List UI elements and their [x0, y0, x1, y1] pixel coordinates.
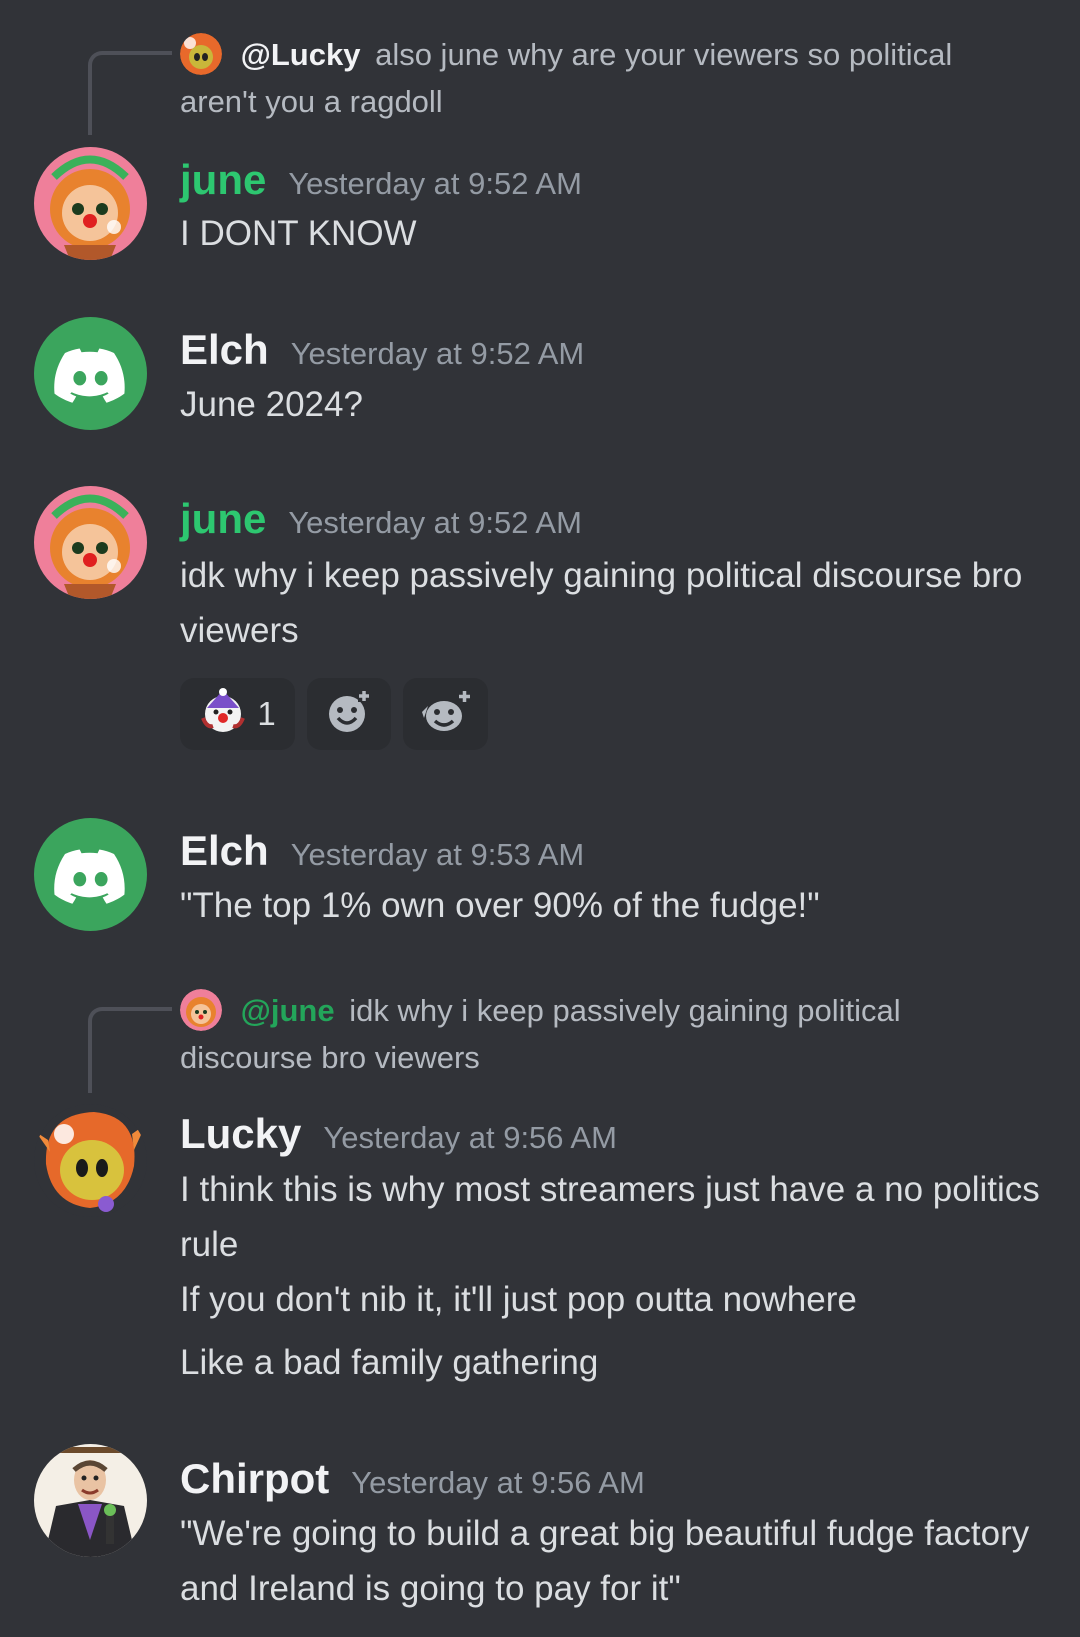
message-header: june Yesterday at 9:52 AM	[180, 152, 582, 212]
chat-message-list: @Lucky also june why are your viewers so…	[0, 0, 1080, 1637]
elch-avatar[interactable]	[34, 317, 147, 430]
timestamp[interactable]: Yesterday at 9:53 AM	[291, 837, 585, 872]
discord-logo-icon	[54, 849, 125, 904]
lucky-avatar[interactable]	[34, 1104, 147, 1217]
message-text: "We're going to build a great big beauti…	[180, 1514, 1030, 1608]
add-super-reaction-icon	[418, 688, 474, 741]
message-text: I think this is why most streamers just …	[180, 1170, 1040, 1264]
reply-spine	[88, 1007, 172, 1093]
message-header: june Yesterday at 9:52 AM	[180, 491, 582, 551]
june-avatar[interactable]	[34, 147, 147, 260]
add-reaction-icon	[325, 688, 373, 741]
message-text: I DONT KNOW	[180, 214, 417, 253]
add-reaction-button[interactable]	[307, 678, 391, 750]
username[interactable]: Chirpot	[180, 1455, 329, 1502]
timestamp[interactable]: Yesterday at 9:56 AM	[351, 1465, 645, 1500]
message-text: June 2024?	[180, 385, 363, 424]
reaction-clown[interactable]: 1	[180, 678, 295, 750]
reply-preview[interactable]: @june idk why i keep passively gaining p…	[180, 987, 1020, 1081]
reply-mention[interactable]: @june	[241, 993, 335, 1028]
add-super-reaction-button[interactable]	[403, 678, 488, 750]
username[interactable]: june	[180, 156, 266, 203]
username[interactable]: june	[180, 495, 266, 542]
message-header: Elch Yesterday at 9:53 AM	[180, 823, 584, 883]
discord-logo-icon	[54, 348, 125, 403]
username[interactable]: Elch	[180, 827, 269, 874]
timestamp[interactable]: Yesterday at 9:52 AM	[288, 166, 582, 201]
message-header: Elch Yesterday at 9:52 AM	[180, 322, 584, 382]
message-text: idk why i keep passively gaining politic…	[180, 556, 1023, 650]
reply-spine	[88, 51, 172, 135]
chirpot-avatar[interactable]	[34, 1444, 147, 1557]
username[interactable]: Elch	[180, 326, 269, 373]
lucky-mini-avatar	[180, 33, 222, 75]
message-header: Lucky Yesterday at 9:56 AM	[180, 1106, 617, 1166]
elch-avatar[interactable]	[34, 818, 147, 931]
username[interactable]: Lucky	[180, 1110, 301, 1157]
june-mini-avatar	[180, 989, 222, 1031]
message-text: If you don't nib it, it'll just pop outt…	[180, 1280, 857, 1319]
june-avatar[interactable]	[34, 486, 147, 599]
reaction-count: 1	[257, 695, 276, 732]
message-text: Like a bad family gathering	[180, 1343, 599, 1382]
message-text: "The top 1% own over 90% of the fudge!"	[180, 886, 820, 925]
reply-mention[interactable]: @Lucky	[241, 37, 361, 72]
timestamp[interactable]: Yesterday at 9:52 AM	[291, 336, 585, 371]
reply-preview[interactable]: @Lucky also june why are your viewers so…	[180, 31, 1020, 125]
clown-emoji-icon	[199, 687, 247, 741]
timestamp[interactable]: Yesterday at 9:56 AM	[323, 1120, 617, 1155]
timestamp[interactable]: Yesterday at 9:52 AM	[288, 505, 582, 540]
message-header: Chirpot Yesterday at 9:56 AM	[180, 1451, 645, 1511]
